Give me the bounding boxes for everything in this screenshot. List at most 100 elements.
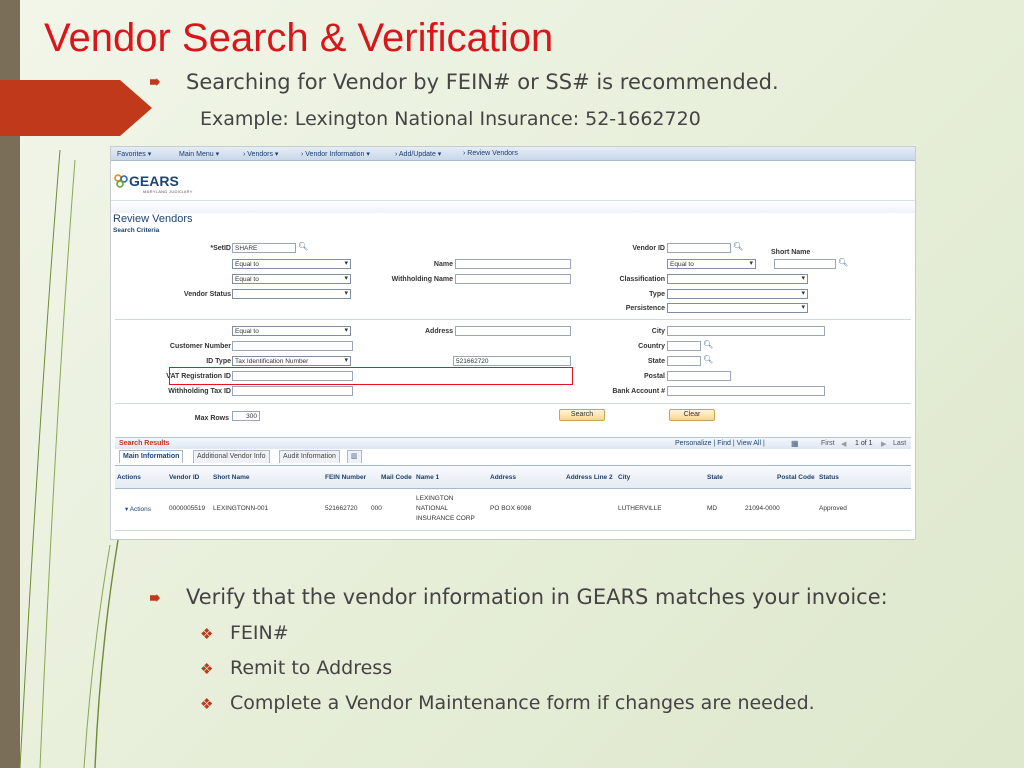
menu-add-update[interactable]: › Add/Update ▾	[395, 150, 441, 158]
name-input[interactable]	[455, 259, 571, 269]
col-address-line2[interactable]: Address Line 2	[566, 474, 613, 481]
gears-screenshot: Favorites ▾ Main Menu ▾ › Vendors ▾ › Ve…	[110, 146, 916, 540]
slide-title: Vendor Search & Verification	[44, 16, 554, 60]
persistence-label: Persistence	[625, 305, 665, 312]
customer-number-input[interactable]	[232, 341, 353, 351]
address-operator-select[interactable]: Equal to	[232, 326, 351, 336]
state-input[interactable]	[667, 356, 701, 366]
paging-first[interactable]: First	[821, 440, 835, 447]
tab-audit-information[interactable]: Audit Information	[279, 450, 340, 463]
diamond-bullet-icon: ❖	[200, 626, 214, 643]
table-row[interactable]: ▾ Actions 0000005519 LEXINGTONN-001 5216…	[115, 489, 911, 531]
download-icon[interactable]: ▦	[791, 439, 799, 448]
postal-label: Postal	[643, 373, 665, 380]
col-city[interactable]: City	[618, 474, 630, 481]
tab-additional-vendor-info[interactable]: Additional Vendor Info	[193, 450, 270, 463]
max-rows-input[interactable]: 300	[232, 411, 260, 421]
type-select[interactable]	[667, 289, 808, 299]
customer-number-label: Customer Number	[169, 343, 231, 350]
col-mail-code[interactable]: Mail Code	[381, 474, 412, 481]
menu-bar: Favorites ▾ Main Menu ▾ › Vendors ▾ › Ve…	[111, 147, 915, 161]
menu-vendor-information[interactable]: › Vendor Information ▾	[301, 150, 370, 158]
name-operator-select[interactable]: Equal to	[232, 259, 351, 269]
sub-item-fein: FEIN#	[230, 622, 289, 644]
vendor-id-label: Vendor ID	[632, 245, 665, 252]
search-results-title: Search Results	[119, 440, 170, 447]
type-label: Type	[649, 291, 665, 298]
paging-last[interactable]: Last	[893, 440, 906, 447]
bullet-arrow-icon	[150, 78, 160, 86]
prev-page-icon[interactable]: ◀	[841, 440, 846, 448]
col-postal-code[interactable]: Postal Code	[777, 474, 815, 481]
menu-review-vendors[interactable]: › Review Vendors	[463, 150, 518, 157]
state-label: State	[647, 358, 665, 365]
country-search-icon[interactable]: 🔍︎	[703, 340, 713, 349]
withholding-operator-select[interactable]: Equal to	[232, 274, 351, 284]
country-label: Country	[638, 343, 665, 350]
col-name1[interactable]: Name 1	[416, 474, 439, 481]
state-search-icon[interactable]: 🔍︎	[703, 355, 713, 364]
gears-logo-subtitle: MARYLAND JUDICIARY	[143, 189, 193, 194]
postal-input[interactable]	[667, 371, 731, 381]
address-input[interactable]	[455, 326, 571, 336]
setid-label: *SetID	[210, 245, 231, 252]
results-nav-links[interactable]: Personalize | Find | View All |	[675, 440, 765, 447]
row-vendor-id[interactable]: 0000005519	[169, 505, 205, 512]
diamond-bullet-icon: ❖	[200, 661, 214, 678]
col-state[interactable]: State	[707, 474, 723, 481]
id-value-input[interactable]: 521662720	[453, 356, 571, 366]
col-short-name[interactable]: Short Name	[213, 474, 249, 481]
row-actions-link[interactable]: ▾ Actions	[125, 505, 151, 513]
next-page-icon[interactable]: ▶	[881, 440, 886, 448]
tab-main-information[interactable]: Main Information	[119, 450, 184, 463]
bullet-search-recommendation: Searching for Vendor by FEIN# or SS# is …	[186, 70, 779, 94]
short-name-input[interactable]	[774, 259, 836, 269]
withholding-tax-label: Withholding Tax ID	[168, 388, 231, 395]
diamond-bullet-icon: ❖	[200, 696, 214, 713]
row-address: PO BOX 6098	[490, 505, 532, 512]
vat-highlight-box	[169, 367, 573, 385]
col-status[interactable]: Status	[819, 474, 839, 481]
setid-input[interactable]: SHARE	[232, 243, 296, 253]
city-input[interactable]	[667, 326, 825, 336]
red-arrow-shape	[0, 80, 152, 136]
max-rows-label: Max Rows	[194, 415, 229, 422]
classification-select[interactable]	[667, 274, 808, 284]
setid-search-icon[interactable]: 🔍︎	[298, 242, 308, 251]
sub-item-maintenance-form: Complete a Vendor Maintenance form if ch…	[230, 692, 815, 714]
search-results-bar: Search Results Personalize | Find | View…	[115, 437, 911, 449]
withholding-name-input[interactable]	[455, 274, 571, 284]
show-all-columns-icon[interactable]: ▥	[347, 450, 362, 463]
page-title: Review Vendors	[113, 213, 193, 225]
search-button[interactable]: Search	[559, 409, 605, 421]
clear-button[interactable]: Clear	[669, 409, 715, 421]
short-name-search-icon[interactable]: 🔍︎	[838, 258, 848, 267]
persistence-select[interactable]	[667, 303, 808, 313]
country-input[interactable]	[667, 341, 701, 351]
gears-logo-text: GEARS	[129, 173, 179, 189]
menu-main[interactable]: Main Menu ▾	[179, 150, 219, 158]
row-postal: 21094-0000	[745, 505, 780, 512]
col-address[interactable]: Address	[490, 474, 516, 481]
results-column-header: Actions Vendor ID Short Name FEIN Number…	[115, 465, 911, 489]
vendor-id-search-icon[interactable]: 🔍︎	[733, 242, 743, 251]
menu-vendors[interactable]: › Vendors ▾	[243, 150, 278, 158]
row-name1-line1: LEXINGTON	[416, 495, 454, 502]
vendor-id-input[interactable]	[667, 243, 731, 253]
logo-row: GEARS MARYLAND JUDICIARY	[111, 161, 915, 201]
section-title: Search Criteria	[113, 227, 160, 234]
bullet-verify-vendor: Verify that the vendor information in GE…	[186, 585, 888, 609]
withholding-tax-input[interactable]	[232, 386, 353, 396]
row-state: MD	[707, 505, 718, 512]
col-fein[interactable]: FEIN Number	[325, 474, 366, 481]
row-city: LUTHERVILLE	[618, 505, 662, 512]
col-vendor-id[interactable]: Vendor ID	[169, 474, 199, 481]
name-label: Name	[433, 261, 453, 268]
example-text: Example: Lexington National Insurance: 5…	[200, 108, 701, 130]
vendor-status-select[interactable]	[232, 289, 351, 299]
menu-favorites[interactable]: Favorites ▾	[117, 150, 151, 158]
id-type-select[interactable]: Tax Identification Number	[232, 356, 351, 366]
vendor-id-operator-select[interactable]: Equal to	[667, 259, 756, 269]
bank-account-input[interactable]	[667, 386, 825, 396]
address-label: Address	[424, 328, 453, 335]
